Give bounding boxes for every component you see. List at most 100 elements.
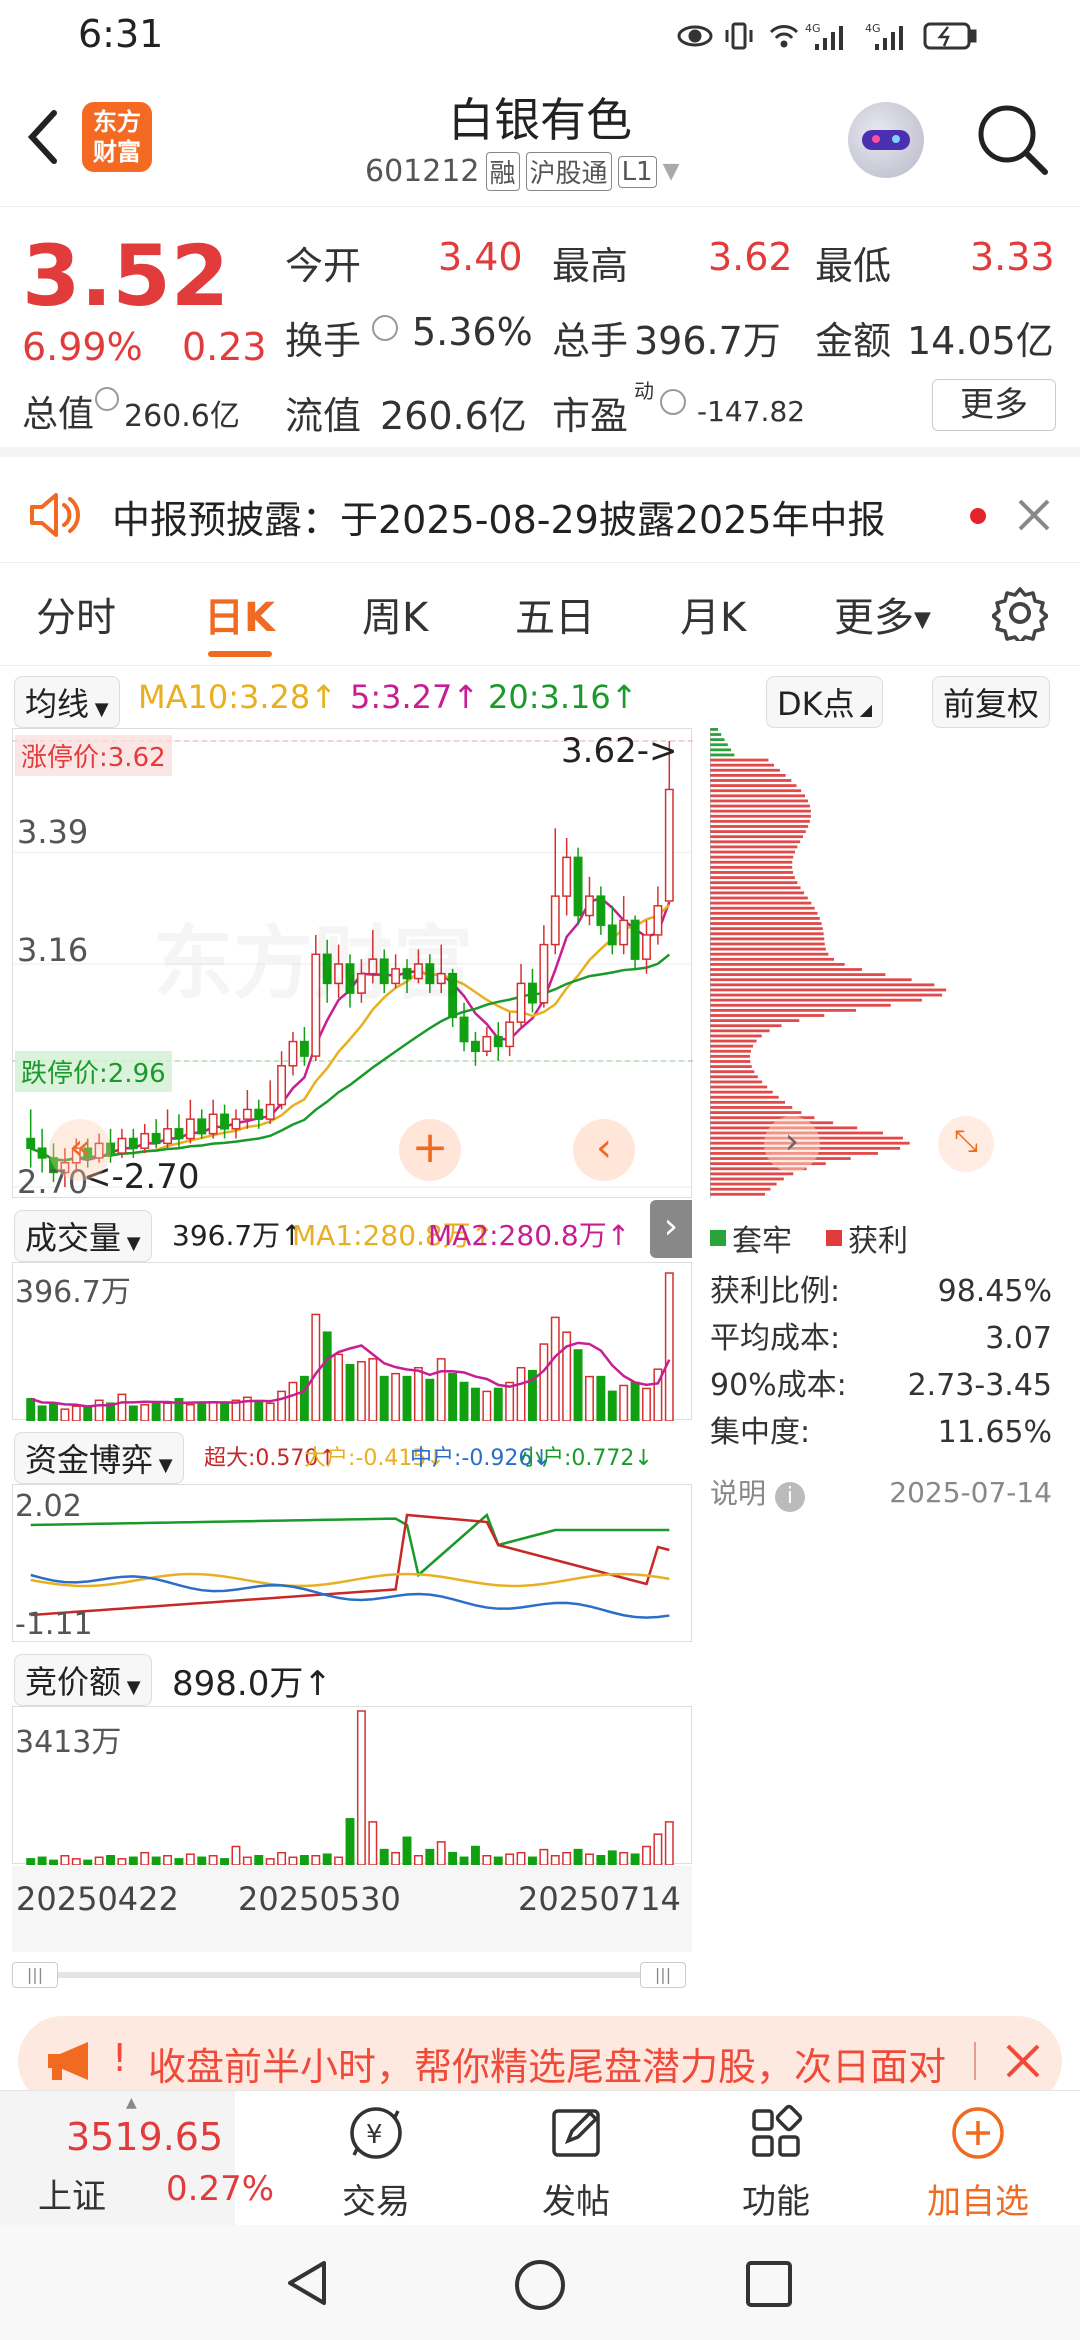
more-button[interactable]: 更多 xyxy=(932,379,1056,431)
candle-body xyxy=(664,788,674,902)
adjust-mode-button[interactable]: 前复权 xyxy=(932,676,1051,728)
y-label-mid: 3.16 xyxy=(17,931,89,969)
app-logo: 东方 财富 xyxy=(82,102,152,172)
search-icon[interactable] xyxy=(975,102,1051,178)
tab-intraday[interactable]: 分时 xyxy=(36,585,116,643)
chip-bar xyxy=(710,978,912,982)
candle-body xyxy=(585,895,594,917)
pe-value: -147.82 xyxy=(697,395,806,428)
candle-body xyxy=(37,1147,47,1159)
ma-selector[interactable]: 均线 ▼ xyxy=(14,676,120,728)
home-circle-icon[interactable] xyxy=(512,2257,568,2313)
volume-bar xyxy=(288,1381,298,1421)
open-label: 今开 xyxy=(285,244,362,288)
scroll-left-button[interactable]: ‹ xyxy=(573,1119,635,1181)
volume-bar xyxy=(197,1402,207,1421)
chip-bar xyxy=(710,773,786,777)
auction-bar xyxy=(265,1858,275,1865)
volume-selector[interactable]: 成交量 ▼ xyxy=(14,1210,152,1262)
close-icon[interactable] xyxy=(1016,497,1052,533)
index-percent: 0.27% xyxy=(166,2169,275,2209)
robot-assistant-avatar[interactable] xyxy=(848,102,924,178)
auction-bar xyxy=(140,1851,150,1865)
notice-bar[interactable]: 中报预披露：于2025-08-29披露2025年中报 xyxy=(0,467,1080,563)
chip-legend: 套牢 获利 xyxy=(710,1216,908,1260)
volume-chart[interactable]: 396.7万 xyxy=(12,1262,692,1421)
zoom-in-button[interactable]: + xyxy=(399,1119,461,1181)
change-amount: 0.23 xyxy=(182,325,267,369)
capital-selector[interactable]: 资金博弈 ▼ xyxy=(14,1432,184,1484)
svg-text:4G: 4G xyxy=(805,22,821,35)
dk-point-button[interactable]: DK点 ◢ xyxy=(766,676,884,728)
volume-bar xyxy=(391,1372,401,1421)
tab-five-day[interactable]: 五日 xyxy=(515,585,595,643)
volume-bar xyxy=(379,1375,389,1421)
auction-chart[interactable]: 3413万 xyxy=(12,1706,692,1865)
stat-row: 90%成本: 2.73-3.45 xyxy=(710,1368,1052,1403)
volume-bar xyxy=(128,1405,138,1421)
volume-bar xyxy=(539,1343,549,1421)
back-icon[interactable] xyxy=(22,107,62,167)
chip-bar xyxy=(710,799,808,803)
chip-bar xyxy=(710,886,801,890)
chip-bar xyxy=(710,1014,825,1017)
turnover-label: 换手 xyxy=(285,319,362,363)
volume-bar xyxy=(163,1402,173,1421)
range-handle-right[interactable]: ||| xyxy=(640,1962,686,1988)
chip-bar xyxy=(710,1065,752,1068)
chip-note[interactable]: 说明 i 2025-07-14 xyxy=(710,1472,1052,1512)
chip-bar xyxy=(710,860,793,864)
nav-functions[interactable]: 功能 xyxy=(706,2101,846,2223)
tab-more[interactable]: 更多▼ xyxy=(834,585,931,643)
auction-bar xyxy=(585,1853,594,1865)
grid-icon xyxy=(752,2104,803,2157)
change-percent: 6.99% xyxy=(22,325,143,369)
capital-chart[interactable]: 2.02 -1.11 xyxy=(12,1484,692,1642)
auction-bar xyxy=(630,1853,640,1865)
chip-stats: 获利比例: 98.45% 平均成本: 3.07 90%成本: 2.73-3.45 集中… xyxy=(710,1268,1052,1456)
close-icon[interactable] xyxy=(1004,2042,1042,2080)
info-icon[interactable] xyxy=(660,389,686,415)
chip-bar xyxy=(710,922,822,925)
auction-bar xyxy=(402,1836,412,1865)
nav-trade[interactable]: ¥ 交易 xyxy=(306,2101,446,2223)
recents-square-icon[interactable] xyxy=(744,2259,796,2311)
chip-bar xyxy=(710,1100,786,1104)
auction-bar xyxy=(254,1855,264,1865)
nav-add-watchlist[interactable]: 加自选 xyxy=(908,2101,1048,2223)
info-icon[interactable] xyxy=(372,315,398,341)
range-slider[interactable]: ||| ||| xyxy=(12,1962,692,1988)
index-widget[interactable]: ▲ 3519.65 上证 0.27% xyxy=(0,2091,274,2226)
chevron-right-icon[interactable]: › xyxy=(650,1200,692,1258)
capital-bottom: -1.11 xyxy=(15,1607,93,1642)
chip-bar xyxy=(710,845,798,849)
nav-post[interactable]: 发帖 xyxy=(506,2101,646,2223)
chevron-right-icon[interactable]: › xyxy=(764,1116,820,1172)
candle-body xyxy=(470,1040,480,1053)
volume-bar xyxy=(311,1313,321,1421)
chip-bar xyxy=(710,927,823,931)
status-icons: 4G 4G xyxy=(677,22,977,50)
kline-chart[interactable]: 东方财富 涨停价:3.62 跌停价:2.96 3.39 3.16 2.70 3.… xyxy=(12,728,693,1201)
auction-bar xyxy=(242,1856,252,1865)
float-value: 260.6亿 xyxy=(380,394,527,438)
expand-icon[interactable]: ⤡ xyxy=(938,1116,994,1172)
add-circle-icon xyxy=(952,2107,1004,2159)
gear-icon[interactable] xyxy=(992,585,1048,641)
auction-bar xyxy=(151,1856,161,1865)
tab-monthly-k[interactable]: 月K xyxy=(680,585,746,643)
auction-selector[interactable]: 竞价额 ▼ xyxy=(14,1654,152,1706)
volume-bar xyxy=(322,1331,332,1421)
tab-daily-k[interactable]: 日K xyxy=(204,585,275,643)
auction-bar xyxy=(26,1858,36,1865)
scroll-left-fast-button[interactable]: « xyxy=(49,1119,111,1181)
back-triangle-icon[interactable] xyxy=(282,2257,332,2309)
auction-bar xyxy=(550,1855,560,1865)
stock-name: 白银有色 xyxy=(448,93,632,147)
legend-trapped-label: 套牢 xyxy=(732,1224,792,1259)
info-icon[interactable] xyxy=(95,387,119,411)
range-handle-left[interactable]: ||| xyxy=(12,1962,58,1988)
candle-body xyxy=(242,1108,252,1120)
chip-bar xyxy=(710,1054,751,1058)
tab-weekly-k[interactable]: 周K xyxy=(362,585,428,643)
